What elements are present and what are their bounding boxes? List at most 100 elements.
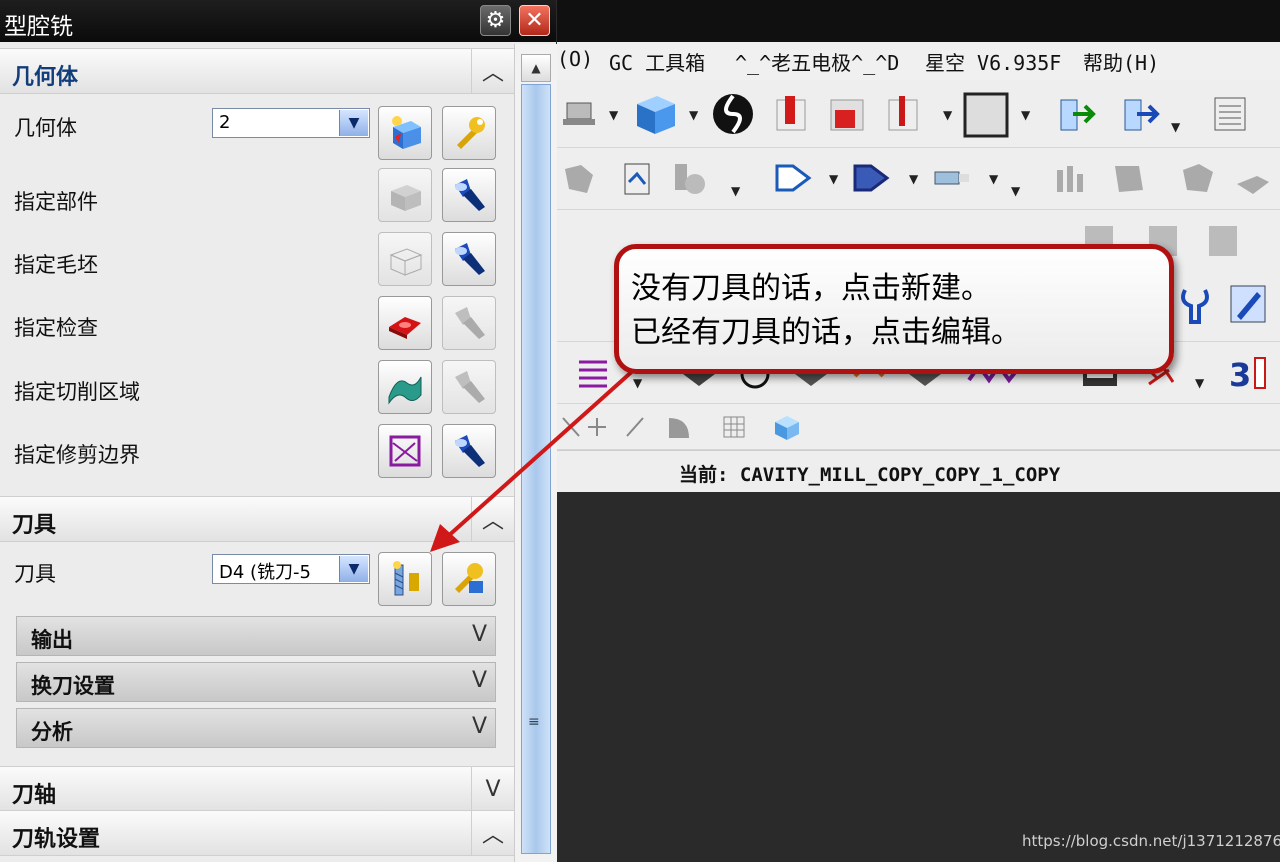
- dialog-scrollbar[interactable]: ▲ ≡: [514, 44, 557, 862]
- number-3-icon[interactable]: 3: [1223, 352, 1279, 394]
- output-subsection[interactable]: 输出 V: [16, 616, 496, 656]
- specify-trim-button[interactable]: [378, 424, 432, 478]
- specify-cut-area-label: 指定切削区域: [14, 380, 140, 404]
- list-lines-icon[interactable]: [571, 352, 615, 394]
- laptop-icon[interactable]: [559, 92, 599, 136]
- path-settings-section-header[interactable]: 刀轨设置 ︿: [0, 810, 514, 856]
- tool-change-subsection[interactable]: 换刀设置 V: [16, 662, 496, 702]
- chevron-down-icon[interactable]: V: [472, 668, 487, 693]
- scroll-thumb[interactable]: [521, 84, 551, 854]
- display-blank-button[interactable]: [442, 232, 496, 286]
- part-icon: [391, 185, 421, 211]
- probe-icon[interactable]: [879, 90, 927, 138]
- document-icon[interactable]: [617, 158, 659, 200]
- red-block-icon[interactable]: [823, 90, 871, 138]
- geometry-label: 几何体: [14, 116, 77, 140]
- collapse-icon[interactable]: ︿: [471, 811, 514, 855]
- collapse-icon[interactable]: ︿: [471, 497, 514, 541]
- chevron-down-icon[interactable]: V: [472, 714, 487, 739]
- menu-item-o[interactable]: (O): [557, 47, 593, 71]
- dialog-panel: 几何体 ︿ 几何体 2 ▼ 指定部件 指定毛坯 指定检查 指定切削区域 指定修剪…: [0, 44, 514, 862]
- analysis-subsection[interactable]: 分析 V: [16, 708, 496, 748]
- toolbar-row-1: ▼ ▼ ▼ ▼ ▼: [557, 80, 1280, 148]
- drill-icon[interactable]: [929, 156, 975, 200]
- block-icon[interactable]: [631, 90, 681, 138]
- specify-cut-area-button[interactable]: [378, 360, 432, 414]
- edit-tool-button[interactable]: [442, 552, 496, 606]
- wrench-icon: [457, 117, 485, 149]
- import-icon[interactable]: [1051, 90, 1099, 138]
- pencil-icon[interactable]: [1225, 280, 1271, 328]
- layers-icon[interactable]: [1209, 92, 1253, 136]
- callout-line-1: 没有刀具的话，点击新建。: [631, 271, 991, 306]
- specify-check-button[interactable]: [378, 296, 432, 350]
- toolbar-row-2: ▼ ▼ ▼ ▼ ▼: [557, 148, 1280, 210]
- grid-icon[interactable]: [719, 412, 749, 442]
- annotation-callout: 没有刀具的话，点击新建。 已经有刀具的话，点击编辑。: [614, 244, 1174, 374]
- gray-tool-icon[interactable]: [559, 158, 599, 200]
- display-cut-area-button[interactable]: [442, 360, 496, 414]
- new-geometry-button[interactable]: [378, 106, 432, 160]
- expand-icon[interactable]: V: [471, 767, 514, 811]
- cut-area-icon: [388, 376, 422, 405]
- dialog-title: 型腔铣: [4, 14, 73, 40]
- specify-check-label: 指定检查: [14, 316, 98, 340]
- gray-arrow-icon[interactable]: [1231, 158, 1275, 200]
- clock-tool-icon[interactable]: [669, 158, 711, 200]
- scroll-up-icon[interactable]: ▲: [521, 54, 551, 82]
- cavity-mill-dialog: 型腔铣 ⚙ ✕ 几何体 ︿ 几何体 2 ▼ 指定部件 指定毛坯 指定检查 指定切…: [0, 0, 557, 862]
- new-geometry-icon: [392, 116, 421, 149]
- chevron-down-icon[interactable]: ▼: [339, 110, 368, 136]
- current-operation-label: 当前: CAVITY_MILL_COPY_COPY_1_COPY: [679, 464, 1061, 486]
- specify-part-button[interactable]: [378, 168, 432, 222]
- chevron-down-icon[interactable]: V: [472, 622, 487, 647]
- view-frame-icon[interactable]: [961, 90, 1011, 140]
- tool-select[interactable]: D4 (铣刀-5 ▼: [212, 554, 370, 584]
- svg-text:3: 3: [1229, 356, 1251, 392]
- menu-item-xingkong[interactable]: 星空 V6.935F: [925, 47, 1061, 76]
- wrench-blue-icon[interactable]: [1173, 280, 1217, 328]
- specify-part-label: 指定部件: [14, 190, 98, 214]
- menu-item-help[interactable]: 帮助(H): [1083, 47, 1159, 76]
- arc-icon[interactable]: [661, 412, 693, 442]
- geometry-select[interactable]: 2 ▼: [212, 108, 370, 138]
- geometry-section-header[interactable]: 几何体 ︿: [0, 48, 514, 94]
- cylinder-icon[interactable]: [767, 90, 815, 138]
- gray-cube-icon[interactable]: [1175, 158, 1219, 200]
- display-trim-button[interactable]: [442, 424, 496, 478]
- cube-blue-icon[interactable]: [769, 410, 805, 444]
- chart-tool-icon[interactable]: [1051, 158, 1095, 200]
- export-icon[interactable]: [1115, 90, 1163, 138]
- display-part-button[interactable]: [442, 168, 496, 222]
- scroll-grip-icon: ≡: [528, 714, 540, 730]
- new-tool-button[interactable]: [378, 552, 432, 606]
- flashlight-icon: [455, 179, 485, 211]
- chevron-down-icon[interactable]: ▼: [339, 556, 368, 582]
- tool-shape-icon[interactable]: [771, 156, 817, 200]
- nx-main-window: (O) GC 工具箱 ^_^老五电极^_^D 星空 V6.935F 帮助(H) …: [557, 0, 1280, 862]
- gray-gear-icon-3[interactable]: [1201, 216, 1245, 264]
- line-icon[interactable]: [621, 412, 649, 442]
- cam-icon[interactable]: [709, 90, 757, 138]
- tool-shape-filled-icon[interactable]: [849, 156, 895, 200]
- gray-part-icon[interactable]: [1107, 158, 1151, 200]
- gear-icon[interactable]: ⚙: [480, 5, 511, 36]
- menu-item-gc-toolbox[interactable]: GC 工具箱: [609, 47, 705, 76]
- menu-item-electrode[interactable]: ^_^老五电极^_^D: [735, 47, 899, 76]
- trim-boundary-icon: [389, 435, 421, 467]
- close-icon[interactable]: ✕: [519, 5, 550, 36]
- plus-icon[interactable]: [583, 412, 611, 442]
- graphics-viewport[interactable]: [557, 492, 1280, 862]
- collapse-icon[interactable]: ︿: [471, 49, 514, 93]
- specify-blank-button[interactable]: [378, 232, 432, 286]
- dialog-titlebar: 型腔铣 ⚙ ✕: [0, 0, 556, 42]
- geometry-section-label: 几何体: [12, 65, 79, 90]
- edit-geometry-button[interactable]: [442, 106, 496, 160]
- window-topbar: [557, 0, 1280, 42]
- tool-axis-section-header[interactable]: 刀轴 V: [0, 766, 514, 812]
- blank-icon: [389, 248, 423, 276]
- snap-icon[interactable]: [557, 412, 585, 442]
- display-check-button[interactable]: [442, 296, 496, 350]
- new-tool-icon: [393, 561, 419, 596]
- tool-section-header[interactable]: 刀具 ︿: [0, 496, 514, 542]
